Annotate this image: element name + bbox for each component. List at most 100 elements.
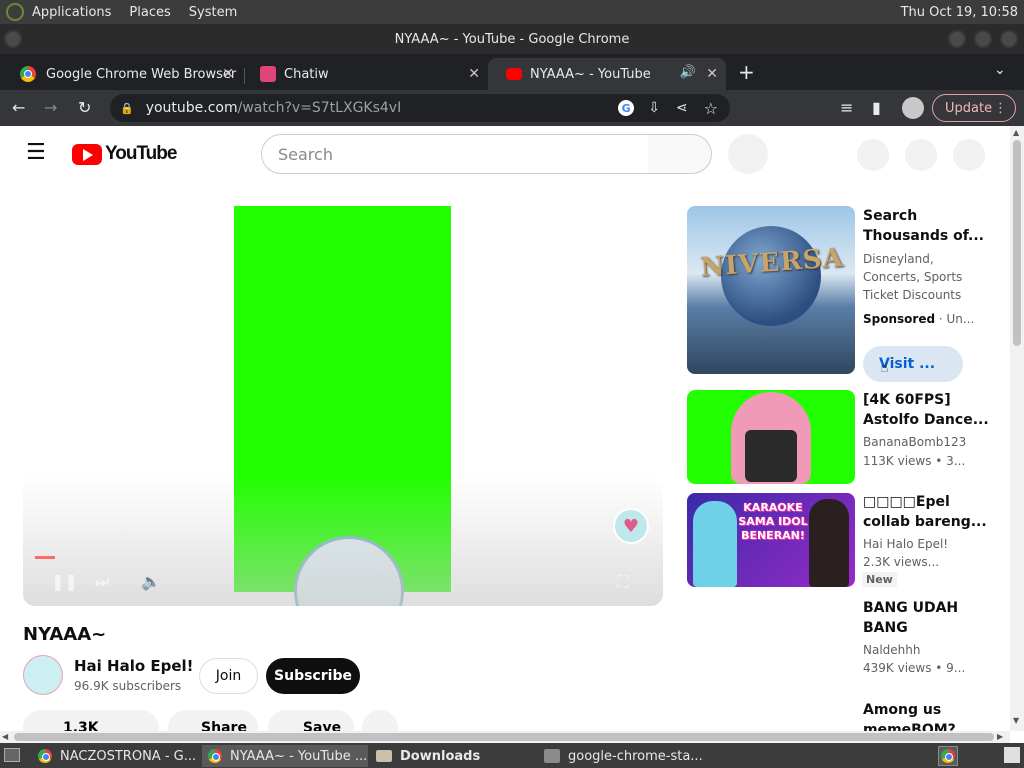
ad-desc-line-3: Ticket Discounts [863, 288, 962, 302]
tab-label: Chatiw [284, 66, 329, 82]
ad-title-line-1[interactable]: Search [863, 206, 917, 226]
tray-chrome-icon[interactable] [938, 746, 958, 766]
karaoke-thumbnail-text: KARAOKE SAMA IDOL BENERAN! [738, 501, 808, 542]
workspace-switcher[interactable] [1004, 747, 1020, 763]
next-icon[interactable]: ⏭ [95, 572, 109, 592]
menu-places[interactable]: Places [129, 5, 170, 20]
forward-icon[interactable]: → [44, 98, 57, 117]
channel-watermark-icon[interactable]: ♥ [613, 508, 649, 544]
rec-title-line-2[interactable]: collab bareng... [863, 512, 987, 532]
minimize-icon[interactable] [948, 30, 966, 48]
chatiw-favicon-icon [260, 66, 276, 82]
gnome-foot-icon[interactable] [6, 3, 24, 21]
vertical-scrollbar[interactable]: ▲ ▼ [1010, 126, 1024, 731]
show-desktop-icon[interactable] [4, 748, 20, 762]
youtube-logo[interactable]: YouTube [72, 143, 177, 165]
kebab-menu-icon[interactable]: ⋮ [994, 101, 1007, 116]
subscribe-button[interactable]: Subscribe [266, 658, 360, 694]
menu-applications[interactable]: Applications [32, 5, 111, 20]
tab-chrome-web-browser[interactable]: Google Chrome Web Browser ✕ [2, 58, 242, 90]
clock[interactable]: Thu Oct 19, 10:58 [901, 5, 1018, 20]
ad-desc-line-2: Concerts, Sports [863, 270, 963, 284]
address-bar[interactable]: 🔒 youtube.com /watch?v=S7tLXGKs4vI G ⇩ ⋖… [110, 94, 730, 122]
anime-girl-image [693, 501, 737, 587]
url-host: youtube.com [145, 100, 238, 116]
horizontal-scrollbar[interactable]: ◀ ▶ [0, 731, 1010, 743]
scroll-up-icon[interactable]: ▲ [1013, 128, 1019, 137]
scroll-right-icon[interactable]: ▶ [997, 732, 1003, 741]
taskbar-item-downloads[interactable]: Downloads [370, 745, 536, 767]
fullscreen-icon[interactable]: ⛶ [617, 572, 628, 592]
tab-youtube[interactable]: NYAAA~ - YouTube 🔊 ✕ [488, 58, 726, 90]
install-app-icon[interactable]: ⇩ [648, 100, 660, 116]
scroll-left-icon[interactable]: ◀ [2, 732, 8, 741]
play-icon[interactable]: ❚❚ [51, 572, 78, 591]
video-thumbnail-astolfo[interactable] [687, 390, 855, 484]
rec-title-line-1[interactable]: □□□□Epel [863, 492, 950, 512]
taskbar-item-naczostrona[interactable]: NACZOSTRONA - G... [32, 745, 200, 767]
page-content: ☰ YouTube Search ❚❚ ⏭ 🔈 ⛶ ♥ NYAAA~ Hai H… [0, 126, 1010, 731]
window-titlebar[interactable]: NYAAA~ - YouTube - Google Chrome [0, 24, 1024, 54]
close-tab-icon[interactable]: ✕ [706, 66, 718, 82]
horizontal-scroll-thumb[interactable] [14, 733, 994, 741]
reload-icon[interactable]: ↻ [78, 98, 91, 117]
more-actions-button[interactable] [362, 710, 398, 731]
top-panel: Applications Places System Thu Oct 19, 1… [0, 0, 1024, 24]
volume-icon[interactable]: 🔈 [141, 572, 161, 591]
profile-avatar-icon[interactable] [902, 97, 924, 119]
back-icon[interactable]: ← [12, 98, 25, 117]
save-label: Save [302, 720, 342, 731]
close-window-icon[interactable] [1000, 30, 1018, 48]
side-panel-icon[interactable]: ▮ [872, 98, 881, 117]
rec-title-line-2[interactable]: Astolfo Dance... [863, 410, 989, 430]
channel-name[interactable]: Hai Halo Epel! [74, 657, 194, 675]
channel-avatar[interactable] [23, 655, 63, 695]
media-control-icon[interactable]: ≡ [840, 98, 853, 117]
video-player[interactable]: ❚❚ ⏭ 🔈 ⛶ ♥ [23, 206, 663, 606]
progress-bar[interactable] [35, 556, 55, 559]
tab-search-icon[interactable]: ⌄ [994, 62, 1006, 78]
rec-title-line-1[interactable]: [4K 60FPS] [863, 390, 951, 410]
bookmark-star-icon[interactable]: ☆ [704, 99, 718, 118]
rec-channel[interactable]: Naldehhh [863, 641, 920, 659]
close-tab-icon[interactable]: ✕ [222, 66, 234, 82]
ad-thumbnail[interactable]: NIVERSA [687, 206, 855, 374]
rec-channel[interactable]: Hai Halo Epel! [863, 535, 948, 553]
audio-playing-icon[interactable]: 🔊 [680, 65, 696, 80]
visit-button[interactable]: Visit ... [863, 346, 963, 382]
menu-system[interactable]: System [189, 5, 237, 20]
create-placeholder[interactable] [857, 139, 889, 171]
tab-chatiw[interactable]: Chatiw ✕ [242, 58, 488, 90]
voice-search-placeholder[interactable] [728, 134, 768, 174]
save-button[interactable]: Save [268, 710, 354, 731]
rec-title-line-1[interactable]: BANG UDAH [863, 598, 958, 618]
join-button[interactable]: Join [199, 658, 258, 694]
chrome-icon [208, 749, 222, 763]
rec-title-line-1[interactable]: Among us [863, 700, 941, 720]
ad-title-line-2[interactable]: Thousands of... [863, 226, 984, 246]
video-thumbnail-karaoke[interactable]: KARAOKE SAMA IDOL BENERAN! [687, 493, 855, 587]
new-tab-icon[interactable]: + [738, 60, 755, 84]
notifications-placeholder[interactable] [905, 139, 937, 171]
close-tab-icon[interactable]: ✕ [468, 66, 480, 82]
like-button[interactable]: 1.3K [23, 710, 159, 731]
scroll-thumb[interactable] [1013, 140, 1021, 346]
maximize-icon[interactable] [974, 30, 992, 48]
window-menu-icon[interactable] [4, 30, 22, 48]
lock-icon[interactable]: 🔒 [120, 102, 134, 115]
share-button[interactable]: Share [168, 710, 258, 731]
search-input[interactable]: Search [261, 134, 649, 174]
hamburger-menu-icon[interactable]: ☰ [26, 142, 46, 164]
rec-title-line-2[interactable]: BANG [863, 618, 908, 638]
scroll-down-icon[interactable]: ▼ [1013, 716, 1019, 725]
rec-channel[interactable]: BananaBomb123 [863, 433, 966, 451]
rec-title-line-2[interactable]: memeBOM? [863, 720, 956, 731]
google-lens-icon[interactable]: G [618, 100, 635, 116]
package-icon [544, 749, 560, 763]
taskbar-item-google-chrome-deb[interactable]: google-chrome-sta... [538, 745, 708, 767]
search-button[interactable] [648, 134, 712, 174]
account-placeholder[interactable] [953, 139, 985, 171]
update-button[interactable]: Update ⋮ [932, 94, 1016, 122]
taskbar-item-youtube[interactable]: NYAAA~ - YouTube ... [202, 745, 368, 767]
share-icon[interactable]: ⋖ [676, 100, 688, 116]
